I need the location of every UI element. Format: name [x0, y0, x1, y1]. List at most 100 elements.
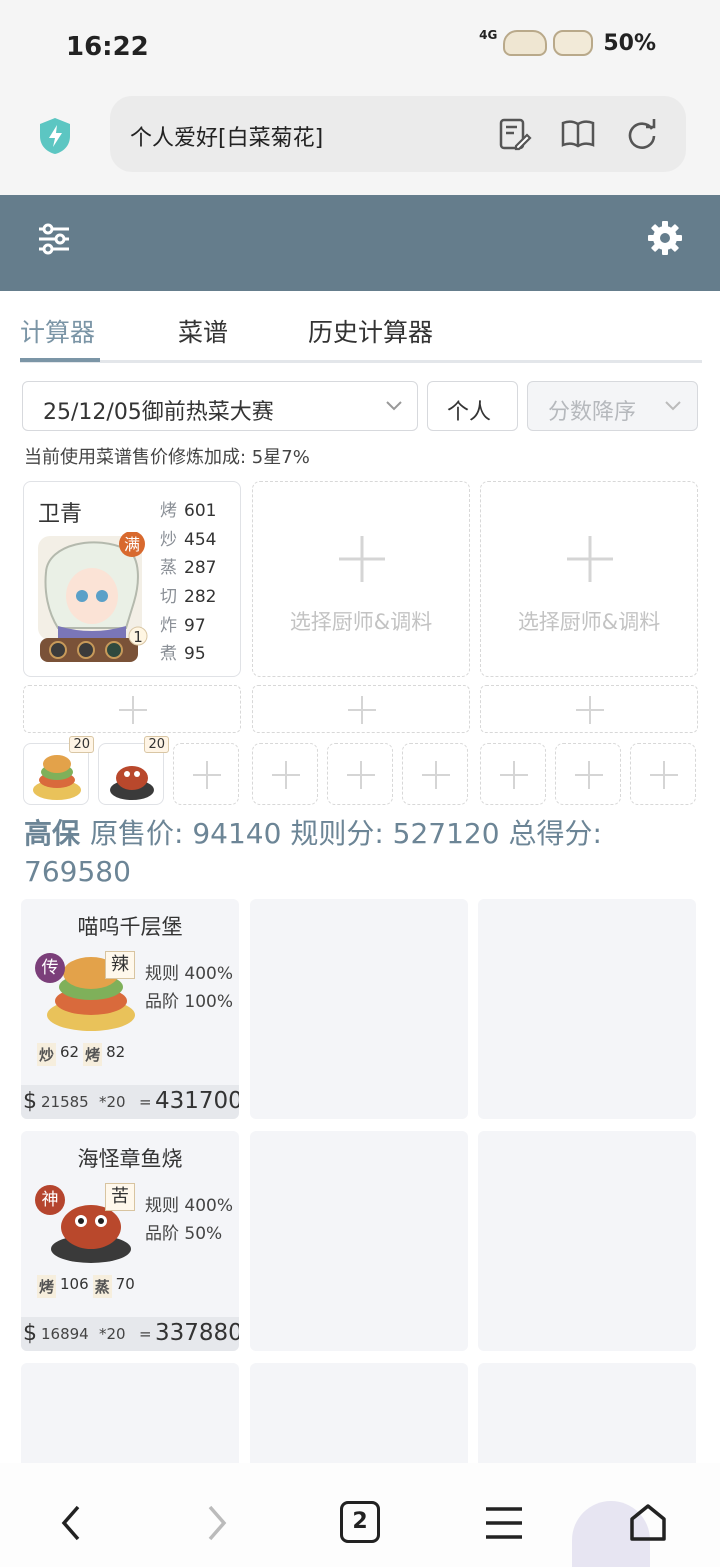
recipe-card[interactable]: 海怪章鱼烧 神 苦 规则 400% 品阶 50% 烤 106 蒸 70 $ 1689…: [21, 1131, 239, 1351]
app-header: [0, 195, 720, 291]
edit-note-icon[interactable]: [496, 116, 532, 152]
chef-avatar: 满 1: [38, 532, 148, 662]
stat-stirfry: 炒 454: [160, 529, 217, 550]
back-icon[interactable]: [50, 1501, 94, 1545]
add-dish-slot[interactable]: [402, 743, 468, 805]
plus-icon: [272, 761, 300, 789]
shield-icon[interactable]: [36, 116, 74, 156]
skill-key: 烤: [37, 1275, 57, 1298]
octopus-dish-icon: [110, 766, 154, 800]
stat-steam: 蒸 287: [160, 558, 217, 579]
chevron-down-icon: [386, 401, 402, 411]
recipe-card-empty[interactable]: [250, 1131, 468, 1351]
recipe-skills: 烤 106 蒸 70: [37, 1275, 135, 1298]
active-tab-indicator: [20, 358, 100, 362]
skill-value: 106: [60, 1275, 89, 1293]
add-dish-slot[interactable]: [630, 743, 696, 805]
stat-roast: 烤 601: [160, 501, 217, 521]
home-icon[interactable]: [626, 1501, 670, 1545]
score-summary: 高保 原售价: 94140 规则分: 527120 总得分: 769580: [24, 815, 704, 891]
tabs-count-button[interactable]: 2: [340, 1501, 380, 1543]
skill-value: 62: [60, 1043, 80, 1061]
plus-icon: [650, 761, 678, 789]
recipe-card-empty[interactable]: [250, 1363, 468, 1463]
recipe-card-empty[interactable]: [478, 1363, 696, 1463]
tab-recipes[interactable]: 菜谱: [178, 313, 228, 349]
add-equipment-slot-2[interactable]: [252, 685, 470, 733]
plus-icon: [575, 761, 603, 789]
refresh-icon[interactable]: [624, 116, 660, 152]
dollar-icon: $: [23, 1321, 37, 1346]
forward-icon[interactable]: [194, 1501, 238, 1545]
gear-icon[interactable]: [646, 219, 684, 257]
burger-dish-icon: [33, 755, 81, 800]
add-dish-slot[interactable]: [173, 743, 239, 805]
sort-select[interactable]: 分数降序: [527, 381, 698, 431]
contest-select-value: 25/12/05御前热菜大赛: [43, 400, 274, 425]
add-chef-label: 选择厨师&调料: [289, 610, 433, 634]
add-chef-label: 选择厨师&调料: [517, 610, 661, 634]
recipe-grade: 品阶 50%: [145, 1224, 223, 1244]
network-label: 4G: [479, 28, 498, 42]
rarity-badge: 传: [35, 953, 65, 983]
status-bar: 16:22 4G 50%: [0, 0, 720, 96]
mode-label: 个人: [447, 400, 492, 425]
recipe-card-empty[interactable]: [478, 1131, 696, 1351]
bonus-note: 当前使用菜谱售价修炼加成: 5星7%: [24, 447, 310, 468]
tab-calculator[interactable]: 计算器: [20, 313, 95, 349]
dollar-icon: $: [23, 1089, 37, 1114]
mode-button[interactable]: 个人: [427, 381, 518, 431]
menu-icon[interactable]: [482, 1501, 526, 1545]
multiplier: *20: [99, 1093, 126, 1111]
recipe-total: 337880: [155, 1320, 239, 1346]
add-chef-slot-2[interactable]: 选择厨师&调料: [252, 481, 470, 677]
unit-price: 21585: [41, 1093, 89, 1111]
book-icon[interactable]: [560, 116, 596, 152]
dish-slot-2[interactable]: 20: [98, 736, 169, 805]
tab-bar: 计算器 菜谱 历史计算器: [20, 291, 702, 363]
skill-key: 炒: [37, 1043, 57, 1066]
add-dish-slot[interactable]: [252, 743, 318, 805]
plus-icon: [500, 761, 528, 789]
equals-sign: =: [139, 1325, 152, 1343]
browser-bottom-nav: 2: [0, 1463, 720, 1567]
dish-count: 20: [144, 736, 169, 753]
recipe-price-bar: $ 21585 *20 = 431700: [21, 1085, 239, 1119]
chef-card[interactable]: 卫青 满 1 烤 601 炒 454 蒸 287 切 282 炸 97 煮 95: [23, 481, 241, 677]
stat-cut: 切 282: [160, 587, 217, 608]
add-equipment-slot-3[interactable]: [480, 685, 698, 733]
contest-select[interactable]: 25/12/05御前热菜大赛: [22, 381, 418, 431]
address-bar[interactable]: 个人爱好[白菜菊花]: [110, 96, 686, 172]
main-content: 计算器 菜谱 历史计算器 25/12/05御前热菜大赛 个人 分数降序 当前使用…: [0, 291, 720, 1463]
sort-select-value: 分数降序: [548, 400, 637, 425]
dish-slot-1[interactable]: 20: [23, 736, 94, 805]
plus-icon: [339, 536, 385, 582]
add-dish-slot[interactable]: [480, 743, 546, 805]
multiplier: *20: [99, 1325, 126, 1343]
recipe-card-empty[interactable]: [478, 899, 696, 1119]
add-chef-slot-3[interactable]: 选择厨师&调料: [480, 481, 698, 677]
recipe-rule: 规则 400%: [145, 964, 234, 984]
recipe-card-empty[interactable]: [21, 1363, 239, 1463]
battery-percent: 50%: [603, 30, 656, 56]
recipe-card[interactable]: 喵呜千层堡 传 辣 规则 400% 品阶 100% 炒 62 烤 82 $ 2158…: [21, 899, 239, 1119]
status-icons: 4G 50%: [479, 28, 656, 56]
recipe-title: 海怪章鱼烧: [77, 1147, 183, 1171]
chef-name: 卫青: [38, 502, 83, 527]
signal-icon: [503, 30, 548, 56]
add-equipment-slot-1[interactable]: [23, 685, 241, 733]
recipe-grade: 品阶 100%: [145, 992, 234, 1012]
plus-icon: [576, 696, 604, 724]
address-text[interactable]: 个人爱好[白菜菊花]: [130, 120, 323, 152]
filter-settings-icon[interactable]: [36, 221, 72, 257]
add-dish-slot[interactable]: [327, 743, 393, 805]
tab-history-calculator[interactable]: 历史计算器: [308, 313, 433, 349]
recipe-card-empty[interactable]: [250, 899, 468, 1119]
plus-icon: [347, 761, 375, 789]
plus-icon: [422, 761, 450, 789]
skill-value: 82: [106, 1043, 126, 1061]
chef-level: 1: [133, 628, 143, 646]
add-dish-slot[interactable]: [555, 743, 621, 805]
plus-icon: [348, 696, 376, 724]
summary-label: 高保: [24, 817, 81, 850]
